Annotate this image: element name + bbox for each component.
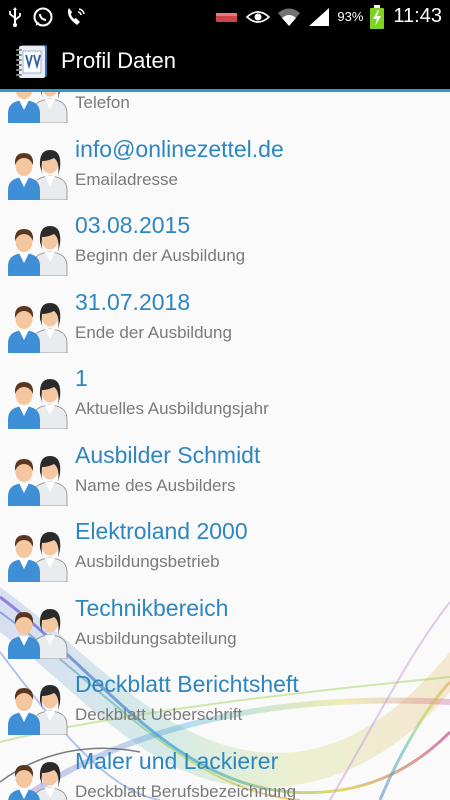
- battery-charging-icon: [370, 4, 385, 29]
- item-label: Ausbildungsabteilung: [75, 628, 237, 648]
- item-label: Deckblatt Berufsbezeichnung: [75, 781, 297, 800]
- list-item[interactable]: 03.08.2015 Beginn der Ausbildung: [0, 202, 450, 279]
- item-value: Deckblatt Berichtsheft: [75, 671, 299, 697]
- action-bar: Profil Daten: [0, 33, 450, 89]
- user-pair-avatar-icon: [6, 603, 72, 659]
- item-value: info@onlinezettel.de: [75, 135, 284, 162]
- item-value: Maler und Lackierer: [75, 747, 279, 774]
- list-item[interactable]: info@onlinezettel.de Emailadresse: [0, 126, 450, 203]
- list-item[interactable]: Ausbilder Schmidt Name des Ausbilders: [0, 432, 450, 509]
- item-label: Aktuelles Ausbildungsjahr: [75, 399, 269, 418]
- item-label: Ausbildungsbetrieb: [75, 552, 220, 571]
- item-label: Name des Ausbilders: [75, 475, 236, 495]
- user-pair-avatar-icon: [6, 526, 72, 583]
- battery-low-icon: [215, 10, 239, 24]
- whatsapp-icon: [32, 6, 54, 28]
- user-pair-avatar-icon: [6, 373, 72, 430]
- profile-list: Telefon info@onlinezettel.de Emailadress…: [0, 92, 450, 800]
- user-pair-avatar-icon: [6, 679, 72, 736]
- item-value: 03.08.2015: [75, 212, 191, 238]
- clock: 11:43: [393, 5, 442, 27]
- app-logo-icon[interactable]: [14, 42, 50, 80]
- user-pair-avatar-icon: [6, 450, 72, 506]
- user-pair-avatar-icon: [6, 756, 72, 800]
- item-label: Ende der Ausbildung: [75, 322, 232, 342]
- eye-icon: [246, 9, 271, 25]
- list-item[interactable]: Technikbereich Ausbildungsabteilung: [0, 585, 450, 662]
- phone-icon: [64, 6, 88, 28]
- item-label: Emailadresse: [75, 169, 178, 189]
- item-value: Elektroland 2000: [75, 518, 248, 544]
- item-label: Telefon: [75, 93, 130, 112]
- wifi-icon: [277, 7, 301, 27]
- user-pair-avatar-icon: [6, 220, 72, 277]
- list-item[interactable]: Elektroland 2000 Ausbildungsbetrieb: [0, 508, 450, 585]
- battery-percent: 93%: [337, 9, 364, 24]
- item-value: 31.07.2018: [75, 288, 191, 315]
- list-item[interactable]: 1 Aktuelles Ausbildungsjahr: [0, 355, 450, 432]
- item-value: Ausbilder Schmidt: [75, 441, 261, 468]
- status-bar: 93% 11:43: [0, 0, 450, 33]
- item-label: Beginn der Ausbildung: [75, 246, 246, 265]
- item-value: Technikbereich: [75, 594, 229, 621]
- list-item[interactable]: Deckblatt Berichtsheft Deckblatt Uebersc…: [0, 661, 450, 738]
- list-item[interactable]: 31.07.2018 Ende der Ausbildung: [0, 279, 450, 356]
- list-item[interactable]: Telefon: [0, 92, 450, 126]
- user-pair-avatar-icon: [6, 297, 72, 353]
- page-title: Profil Daten: [61, 48, 176, 73]
- item-label: Deckblatt Ueberschrift: [75, 705, 243, 724]
- item-value: 1: [75, 365, 88, 391]
- list-item[interactable]: Maler und Lackierer Deckblatt Berufsbeze…: [0, 738, 450, 800]
- usb-icon: [8, 6, 22, 27]
- signal-icon: [308, 7, 330, 27]
- user-pair-avatar-icon: [6, 92, 72, 124]
- user-pair-avatar-icon: [6, 144, 72, 200]
- profile-list-container[interactable]: Telefon info@onlinezettel.de Emailadress…: [0, 92, 450, 800]
